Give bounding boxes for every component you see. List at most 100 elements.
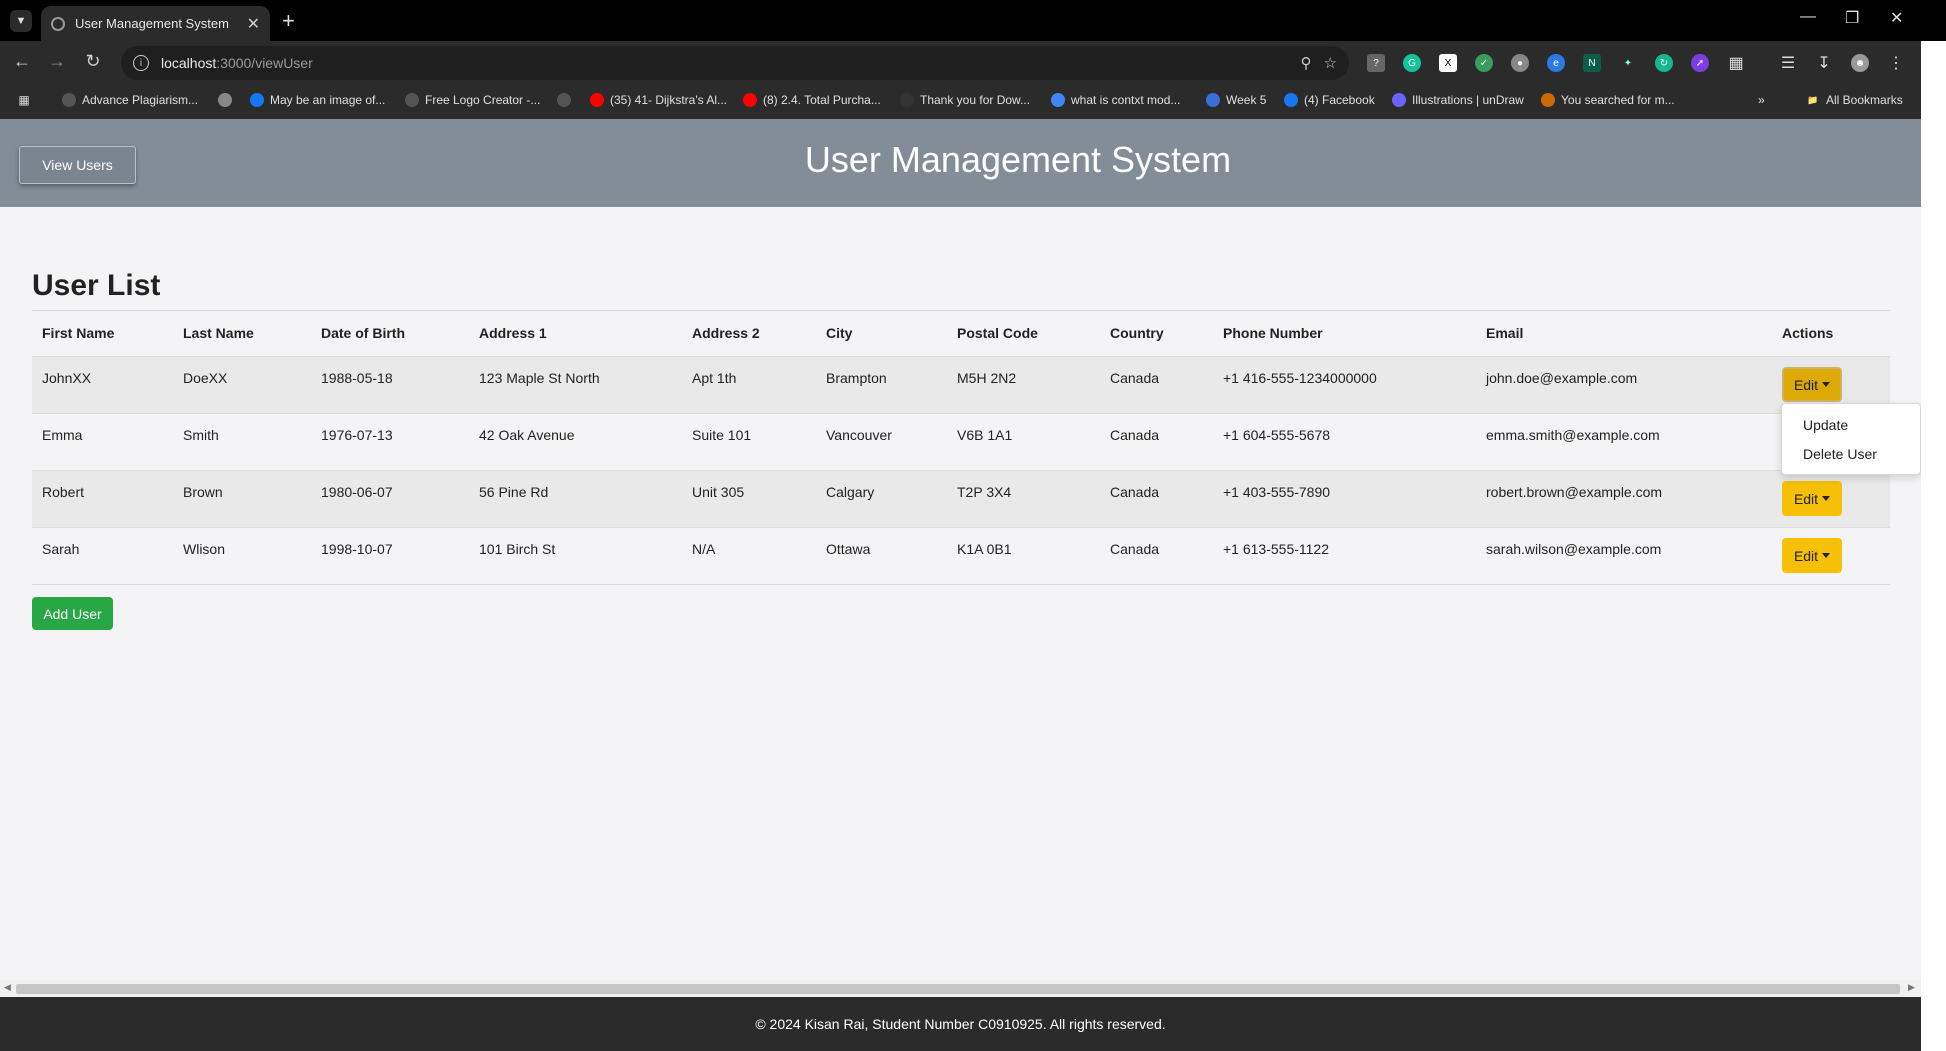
- dropdown-item-delete-user[interactable]: Delete User: [1803, 446, 1877, 462]
- menu-kebab-icon[interactable]: ⋮: [1887, 54, 1905, 72]
- caret-down-icon: [1822, 553, 1831, 558]
- dropdown-item-update[interactable]: Update: [1803, 417, 1848, 433]
- new-tab-icon[interactable]: +: [282, 8, 295, 34]
- scrollbar-thumb[interactable]: [16, 984, 1900, 994]
- table-row: Robert Brown 1980-06-07 56 Pine Rd Unit 305 C…: [32, 471, 1890, 528]
- bookmarks-overflow-icon[interactable]: »: [1758, 93, 1765, 107]
- bookmark-item[interactable]: (35) 41- Dijkstra's Al...: [590, 93, 727, 107]
- edit-dropdown-menu: Update Delete User: [1781, 403, 1921, 475]
- bookmark-favicon-icon: [405, 93, 419, 107]
- bookmark-item[interactable]: Illustrations | unDraw: [1392, 93, 1524, 107]
- table-cell: +1 613-555-1122: [1223, 541, 1329, 557]
- app-header: User Management System View Users: [0, 119, 1921, 207]
- table-cell: Vancouver: [826, 427, 892, 443]
- bookmark-label: Illustrations | unDraw: [1412, 93, 1524, 107]
- profile-avatar-icon[interactable]: ☻: [1851, 54, 1869, 72]
- column-header: Country: [1110, 325, 1164, 341]
- table-cell: Suite 101: [692, 427, 752, 443]
- side-panel-edge: [1921, 41, 1946, 1051]
- horizontal-scrollbar[interactable]: ◀ ▶: [0, 980, 1921, 997]
- bookmark-star-icon[interactable]: ☆: [1324, 54, 1337, 72]
- table-header: First Name Last Name Date of Birth Address …: [32, 311, 1890, 357]
- table-cell: Canada: [1110, 484, 1160, 500]
- bookmark-item[interactable]: Advance Plagiarism...: [62, 93, 198, 107]
- user-table: First Name Last Name Date of Birth Address …: [32, 310, 1890, 585]
- bookmark-favicon-icon: [62, 93, 76, 107]
- bookmark-label: May be an image of...: [270, 93, 386, 107]
- table-cell: Brampton: [826, 370, 887, 386]
- bookmark-favicon-icon: [590, 93, 604, 107]
- address-bar[interactable]: i localhost:3000/viewUser ⚲ ☆: [121, 46, 1349, 80]
- reload-icon[interactable]: ↻: [81, 51, 105, 72]
- extension-icon[interactable]: e: [1547, 54, 1565, 72]
- extensions-puzzle-icon[interactable]: ▦: [1727, 54, 1745, 72]
- column-header: Postal Code: [957, 325, 1038, 341]
- back-icon[interactable]: ←: [10, 51, 34, 72]
- bookmark-favicon-icon: [1541, 93, 1555, 107]
- download-icon[interactable]: ↧: [1815, 54, 1833, 72]
- bookmark-favicon-icon: [743, 93, 757, 107]
- tab-title: User Management System: [75, 16, 229, 31]
- table-cell: 101 Birch St: [479, 541, 556, 557]
- table-cell: +1 403-555-7890: [1223, 484, 1331, 500]
- table-cell: emma.smith@example.com: [1486, 427, 1660, 443]
- grammarly-icon[interactable]: G: [1403, 54, 1421, 72]
- table-cell: 56 Pine Rd: [479, 484, 549, 500]
- tab-search-icon[interactable]: ▼: [10, 10, 32, 32]
- tab-favicon-icon: [51, 16, 65, 31]
- bookmark-item[interactable]: Thank you for Dow...: [900, 93, 1030, 107]
- table-cell: 1976-07-13: [321, 427, 393, 443]
- apps-grid-icon[interactable]: ▦: [17, 93, 31, 107]
- all-bookmarks[interactable]: 📁 All Bookmarks: [1806, 93, 1902, 107]
- table-cell: Brown: [183, 484, 223, 500]
- url-text[interactable]: localhost:3000/viewUser: [161, 55, 1289, 71]
- extension-icon[interactable]: ↻: [1655, 54, 1673, 72]
- column-header: Actions: [1782, 325, 1834, 341]
- column-header: Address 2: [692, 325, 760, 341]
- bookmark-favicon-icon: [557, 93, 571, 107]
- extension-n-icon[interactable]: N: [1583, 54, 1601, 72]
- table-cell: Smith: [183, 427, 219, 443]
- bookmark-label: Free Logo Creator -...: [425, 93, 541, 107]
- edit-button[interactable]: Edit: [1782, 367, 1842, 402]
- bookmark-favicon-icon: [1206, 93, 1220, 107]
- restore-icon[interactable]: ❐: [1845, 8, 1859, 28]
- site-info-icon[interactable]: i: [133, 55, 149, 71]
- forward-icon[interactable]: →: [45, 51, 69, 72]
- table-cell: 1980-06-07: [321, 484, 393, 500]
- extension-x-icon[interactable]: X: [1439, 54, 1457, 72]
- table-cell: Emma: [42, 427, 83, 443]
- bookmark-item[interactable]: [557, 93, 571, 107]
- window-close-icon[interactable]: ✕: [1890, 8, 1903, 28]
- bookmark-item[interactable]: what is contxt mod...: [1051, 93, 1180, 107]
- table-cell: 123 Maple St North: [479, 370, 600, 386]
- shield-icon[interactable]: ✓: [1475, 54, 1493, 72]
- edit-button[interactable]: Edit: [1782, 481, 1842, 516]
- bookmark-item[interactable]: Free Logo Creator -...: [405, 93, 540, 107]
- tab-close-icon[interactable]: ✕: [247, 14, 260, 34]
- scroll-left-icon[interactable]: ◀: [4, 982, 11, 993]
- bookmark-item[interactable]: (4) Facebook: [1284, 93, 1375, 107]
- view-users-button[interactable]: View Users: [19, 146, 136, 184]
- browser-tab[interactable]: User Management System ✕: [41, 6, 270, 41]
- bookmark-item[interactable]: Week 5: [1206, 93, 1266, 107]
- extension-icon[interactable]: ➚: [1691, 54, 1709, 72]
- table-cell: Canada: [1110, 427, 1160, 443]
- bookmark-item[interactable]: May be an image of...: [250, 93, 385, 107]
- table-cell: Sarah: [42, 541, 80, 557]
- zoom-icon[interactable]: ⚲: [1301, 54, 1312, 72]
- table-cell: M5H 2N2: [957, 370, 1017, 386]
- bookmark-item[interactable]: [218, 93, 232, 107]
- bookmark-item[interactable]: You searched for m...: [1541, 93, 1675, 107]
- add-user-button[interactable]: Add User: [32, 597, 113, 630]
- table-cell: V6B 1A1: [957, 427, 1013, 443]
- extension-icon[interactable]: ●: [1511, 54, 1529, 72]
- media-icon[interactable]: ☰: [1779, 54, 1797, 72]
- extension-icon[interactable]: ?: [1367, 54, 1385, 72]
- bookmark-item[interactable]: (8) 2.4. Total Purcha...: [743, 93, 881, 107]
- minimize-icon[interactable]: —: [1800, 8, 1816, 26]
- extension-icon[interactable]: ✦: [1619, 54, 1637, 72]
- edit-button[interactable]: Edit: [1782, 538, 1842, 573]
- table-cell: Apt 1th: [692, 370, 737, 386]
- scroll-right-icon[interactable]: ▶: [1908, 982, 1915, 993]
